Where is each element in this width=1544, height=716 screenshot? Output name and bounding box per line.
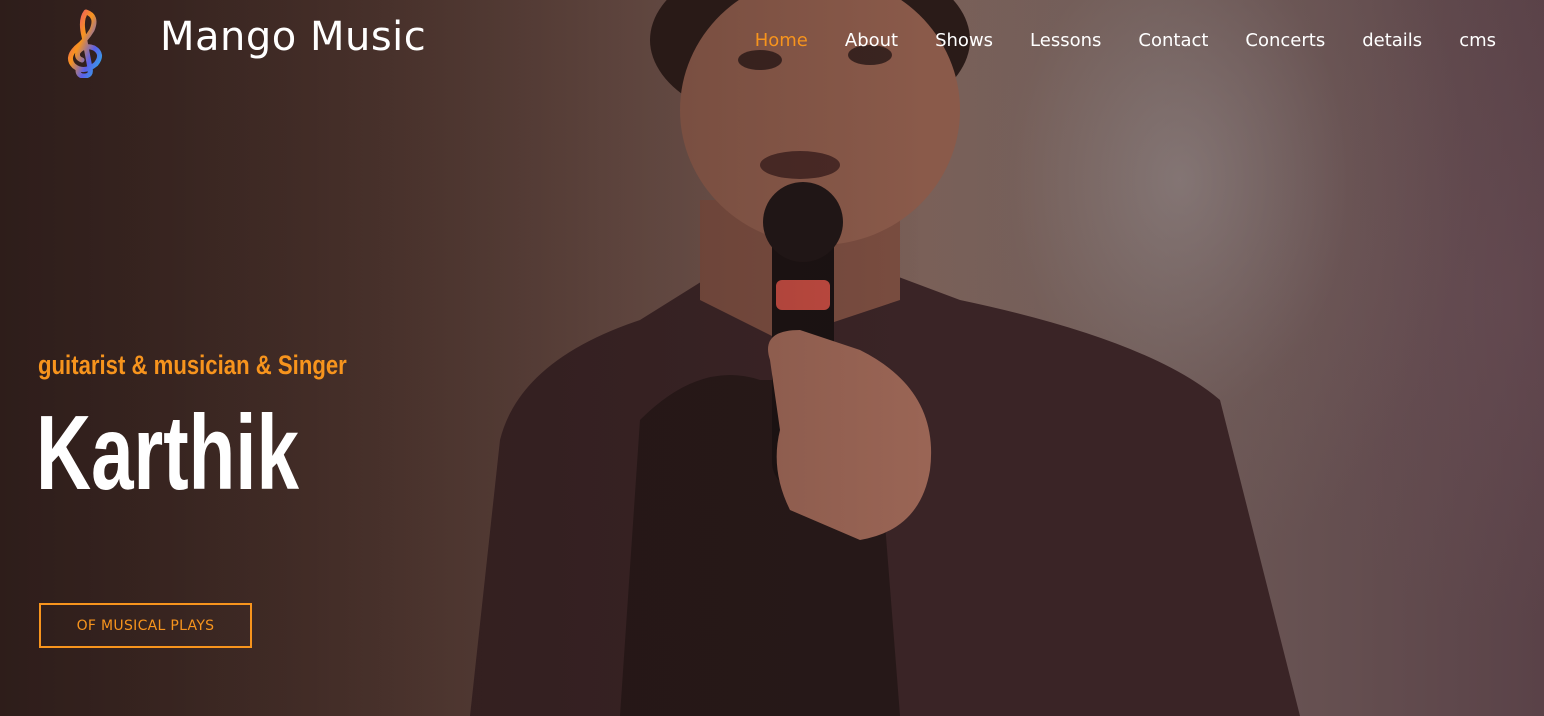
nav-item-lessons[interactable]: Lessons xyxy=(1030,30,1101,51)
nav-item-contact[interactable]: Contact xyxy=(1138,30,1208,51)
nav-item-details[interactable]: details xyxy=(1362,30,1422,51)
nav-item-concerts[interactable]: Concerts xyxy=(1245,30,1325,51)
nav-item-home[interactable]: Home xyxy=(755,30,808,51)
hero-subtitle: guitarist & musician & Singer xyxy=(38,350,347,380)
musical-plays-button[interactable]: OF MUSICAL PLAYS xyxy=(39,603,252,648)
nav-item-about[interactable]: About xyxy=(845,30,898,51)
treble-clef-icon[interactable] xyxy=(56,6,112,78)
hero-title: Karthik xyxy=(36,394,299,512)
brand-name[interactable]: Mango Music xyxy=(160,14,426,60)
hero-section: Mango Music Home About Shows Lessons Con… xyxy=(0,0,1544,716)
nav-item-shows[interactable]: Shows xyxy=(935,30,993,51)
top-navbar: Mango Music Home About Shows Lessons Con… xyxy=(0,0,1544,86)
nav-item-cms[interactable]: cms xyxy=(1459,30,1496,51)
main-nav: Home About Shows Lessons Contact Concert… xyxy=(755,30,1496,51)
